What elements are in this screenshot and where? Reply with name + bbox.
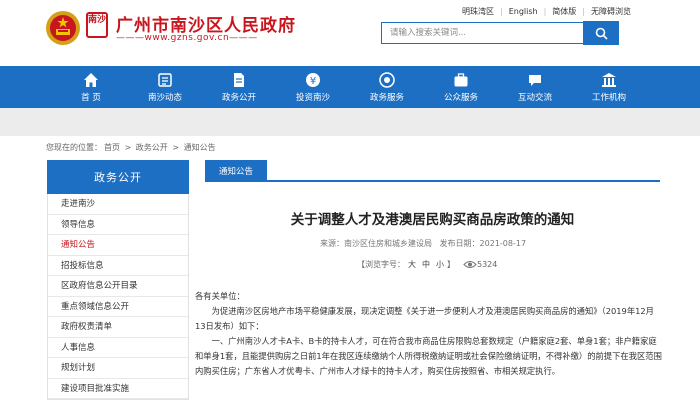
nav-item-government-services[interactable]: 政务服务 [350, 66, 424, 108]
nav-item-invest-nansha[interactable]: ¥ 投资南沙 [276, 66, 350, 108]
nav-label: 南沙动态 [147, 92, 182, 103]
article-meta: 来源：南沙区住房和城乡建设局 发布日期：2021-08-17 [320, 238, 531, 249]
sidebar-item-power-list[interactable]: 政府权责清单 [48, 317, 188, 338]
nav-item-home[interactable]: 首 页 [54, 66, 128, 108]
chat-icon [529, 74, 541, 86]
national-emblem-icon [46, 11, 80, 45]
article-salutation: 各有关单位： [195, 291, 245, 301]
sidebar-item-personnel[interactable]: 人事信息 [48, 338, 188, 358]
tab-strip: 通知公告 [205, 160, 660, 182]
nav-item-interaction[interactable]: 互动交流 [498, 66, 572, 108]
article-title: 关于调整人才及港澳居民购买商品房政策的通知 [290, 212, 575, 228]
breadcrumb: 您现在的位置： 首页 > 政务公开 > 通知公告 [46, 142, 218, 153]
investment-icon: ¥ [306, 72, 320, 87]
sidebar-item-construction-projects[interactable]: 建设项目批准实施 [48, 379, 188, 399]
nav-label: 首 页 [81, 92, 101, 103]
news-icon [158, 72, 172, 87]
sidebar-item-disclosure-catalog[interactable]: 区政府信息公开目录 [48, 276, 188, 297]
font-size-medium[interactable]: 中 [422, 259, 430, 270]
view-count: 5324 [463, 260, 497, 269]
nav-label: 政务服务 [369, 92, 404, 103]
view-count-value: 5324 [477, 260, 498, 269]
site-header: 南沙 广州市南沙区人民政府 ———www.gzns.gov.cn——— 明珠湾区… [0, 0, 700, 66]
sidebar-item-key-areas[interactable]: 重点领域信息公开 [48, 297, 188, 317]
font-size-control: 【浏览字号： 大 中 小 】 5324 [357, 259, 497, 270]
search-icon [595, 27, 608, 40]
main-nav: 首 页 南沙动态 政务公开 ¥ 投资南沙 政务服务 公众服务 互动交流 工作机构 [0, 66, 700, 108]
top-link-english[interactable]: English [509, 7, 538, 16]
nav-item-government-affairs[interactable]: 政务公开 [202, 66, 276, 108]
sidebar-list: 走进南沙 领导信息 通知公告 招投标信息 区政府信息公开目录 重点领域信息公开 … [47, 194, 189, 400]
sidebar: 政务公开 走进南沙 领导信息 通知公告 招投标信息 区政府信息公开目录 重点领域… [47, 160, 189, 410]
service-icon [379, 71, 395, 88]
article-panel: 通知公告 关于调整人才及港澳居民购买商品房政策的通知 来源：南沙区住房和城乡建设… [195, 160, 662, 410]
briefcase-icon [454, 72, 468, 86]
breadcrumb-item-government-affairs[interactable]: 政务公开 [136, 143, 168, 152]
article-source: 来源：南沙区住房和城乡建设局 [320, 239, 432, 248]
nav-label: 互动交流 [517, 92, 552, 103]
top-link-simplified[interactable]: 简体版 [552, 6, 576, 17]
decorative-band [0, 108, 700, 136]
search-input[interactable] [382, 23, 582, 43]
article-paragraph: 一、广州南沙人才卡A卡、B卡的持卡人才，可在符合我市商品住房限购总套数规定（户籍… [195, 336, 662, 376]
top-link-accessibility[interactable]: 无障碍浏览 [591, 6, 631, 17]
article-body: 各有关单位： 为促进南沙区房地产市场平稳健康发展，现决定调整《关于进一步便利人才… [195, 289, 663, 379]
eye-icon [463, 261, 477, 268]
nav-item-public-services[interactable]: 公众服务 [424, 66, 498, 108]
nav-item-nansha-news[interactable]: 南沙动态 [128, 66, 202, 108]
breadcrumb-item-home[interactable]: 首页 [104, 143, 120, 152]
nav-label: 公众服务 [443, 92, 478, 103]
article-paragraph: 为促进南沙区房地产市场平稳健康发展，现决定调整《关于进一步便利人才及港澳居民购买… [195, 306, 654, 331]
breadcrumb-separator: > [172, 143, 180, 152]
document-icon [234, 72, 244, 87]
font-size-close: 】 [447, 260, 455, 269]
sidebar-item-planning[interactable]: 规划计划 [48, 358, 188, 379]
nansha-logo[interactable]: 南沙 [86, 12, 108, 38]
building-icon [602, 72, 616, 87]
breadcrumb-prefix: 您现在的位置： [46, 143, 102, 152]
tab-notices[interactable]: 通知公告 [205, 160, 267, 182]
sidebar-item-bidding[interactable]: 招投标信息 [48, 256, 188, 276]
top-link-zhuhai-bay[interactable]: 明珠湾区 [462, 6, 494, 17]
breadcrumb-item-notices[interactable]: 通知公告 [184, 143, 216, 152]
home-icon [84, 72, 98, 87]
breadcrumb-separator: > [124, 143, 132, 152]
sidebar-item-leaders[interactable]: 领导信息 [48, 215, 188, 235]
svg-text:¥: ¥ [310, 76, 316, 87]
nav-label: 工作机构 [591, 92, 626, 103]
nav-label: 政务公开 [221, 92, 256, 103]
sidebar-title: 政务公开 [47, 160, 189, 194]
search-button[interactable] [583, 21, 619, 45]
nav-label: 投资南沙 [295, 92, 330, 103]
font-size-label: 【浏览字号： [357, 260, 405, 269]
sidebar-item-notices[interactable]: 通知公告 [48, 235, 188, 256]
font-size-large[interactable]: 大 [408, 259, 416, 270]
font-size-small[interactable]: 小 [436, 259, 444, 270]
article-date: 发布日期：2021-08-17 [439, 239, 527, 248]
nav-item-agencies[interactable]: 工作机构 [572, 66, 646, 108]
sidebar-item-about-nansha[interactable]: 走进南沙 [48, 194, 188, 215]
site-url: ———www.gzns.gov.cn——— [116, 33, 258, 43]
site-url-text: www.gzns.gov.cn [144, 33, 230, 43]
top-links: 明珠湾区 | English | 简体版 | 无障碍浏览 [462, 6, 631, 17]
